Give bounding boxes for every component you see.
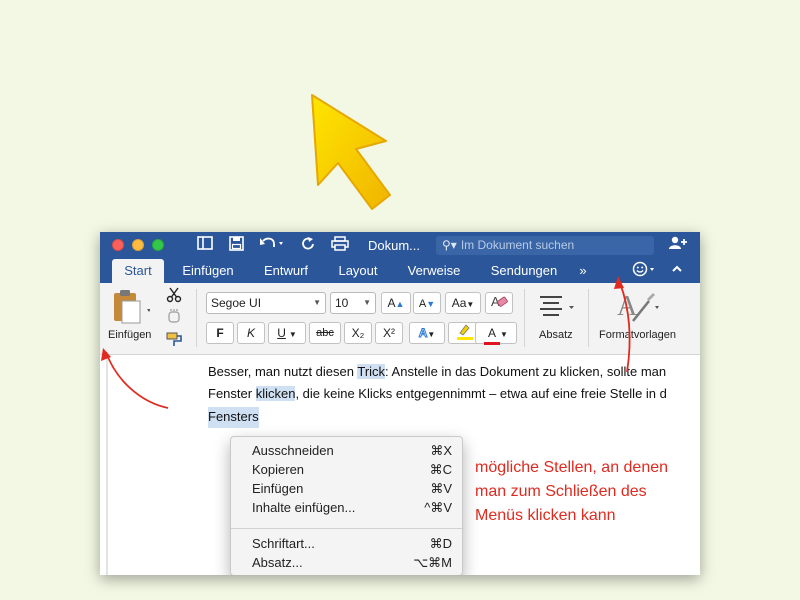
search-placeholder: Im Dokument suchen bbox=[460, 238, 575, 252]
eraser-icon: A bbox=[491, 294, 508, 309]
zoom-window-button[interactable] bbox=[152, 239, 164, 251]
format-painter-icon[interactable] bbox=[166, 331, 184, 352]
menu-item-shortcut: ⌥⌘M bbox=[413, 555, 452, 570]
underline-button[interactable]: U ▼ bbox=[268, 322, 306, 344]
tab-verweise[interactable]: Verweise bbox=[400, 259, 468, 283]
menu-item-shortcut: ⌘D bbox=[429, 536, 452, 551]
pointer-cursor-icon bbox=[311, 94, 391, 210]
highlighted-word: Trick bbox=[357, 364, 386, 379]
paragraph-button[interactable] bbox=[536, 293, 580, 323]
menu-item-shortcut: ⌘V bbox=[430, 481, 452, 496]
strikethrough-button[interactable]: abc bbox=[309, 322, 341, 344]
add-user-icon[interactable] bbox=[666, 236, 690, 255]
paste-label: Einfügen bbox=[108, 329, 152, 341]
annotation-line: man zum Schließen des bbox=[475, 483, 647, 500]
clipboard-icon bbox=[114, 290, 151, 324]
annotation-line: mögliche Stellen, an denen bbox=[475, 459, 669, 476]
vertical-ruler bbox=[106, 356, 108, 575]
annotation-line: Menüs klicken kann bbox=[475, 507, 616, 524]
ribbon-separator bbox=[196, 289, 197, 347]
styles-button[interactable]: A bbox=[613, 287, 663, 327]
text-effects-button[interactable]: A▼ bbox=[409, 322, 445, 344]
tab-start[interactable]: Start bbox=[112, 259, 164, 283]
title-bar: Dokum... ⚲▾ Im Dokument suchen bbox=[100, 232, 700, 259]
search-input[interactable]: ⚲▾ Im Dokument suchen bbox=[436, 236, 654, 255]
paste-button[interactable] bbox=[110, 287, 160, 331]
chevron-down-icon: ▼ bbox=[288, 330, 297, 339]
change-case-button[interactable]: Aa▼ bbox=[445, 292, 481, 314]
chevron-down-icon: ▼ bbox=[313, 298, 321, 307]
font-size-select[interactable]: 10 ▼ bbox=[330, 292, 376, 314]
highlighted-word: klicken bbox=[255, 386, 296, 401]
text-run: : Anstelle in das Dokument zu klicken, s… bbox=[385, 364, 667, 379]
cut-icon[interactable] bbox=[166, 287, 182, 308]
sidebar-icon[interactable] bbox=[194, 236, 216, 255]
styles-label: Formatvorlagen bbox=[599, 329, 677, 341]
more-tabs-button[interactable]: » bbox=[572, 259, 594, 283]
menu-item-cut[interactable]: Ausschneiden ⌘X bbox=[231, 441, 464, 460]
superscript-button[interactable]: X² bbox=[375, 322, 403, 344]
document-line-2: Fenster klicken, die keine Klicks entgeg… bbox=[208, 386, 667, 401]
menu-item-shortcut: ⌘X bbox=[430, 443, 452, 458]
ribbon-start: Einfügen Segoe UI ▼ 10 ▼ A▲ A▼ Aa▼ A F K U… bbox=[100, 283, 700, 355]
menu-item-paste[interactable]: Einfügen ⌘V bbox=[231, 479, 464, 498]
text-run: Besser, man nutzt diesen bbox=[208, 364, 358, 379]
font-color-button[interactable]: A ▼ bbox=[475, 322, 517, 345]
bold-button[interactable]: F bbox=[206, 322, 234, 344]
copy-icon[interactable] bbox=[166, 308, 182, 329]
context-menu: Ausschneiden ⌘X Kopieren ⌘C Einfügen ⌘V Inh… bbox=[230, 436, 464, 575]
styles-icon: A bbox=[617, 291, 659, 322]
paragraph-align-icon bbox=[540, 296, 574, 316]
save-icon[interactable] bbox=[225, 236, 247, 255]
menu-item-label: Schriftart... bbox=[252, 536, 315, 551]
chevron-down-icon: ▼ bbox=[363, 298, 371, 307]
tab-entwurf[interactable]: Entwurf bbox=[255, 259, 317, 283]
menu-item-shortcut: ⌘C bbox=[429, 462, 452, 477]
undo-icon[interactable] bbox=[255, 236, 287, 255]
italic-button[interactable]: K bbox=[237, 322, 265, 344]
shrink-font-button[interactable]: A▼ bbox=[413, 292, 441, 314]
font-color-swatch bbox=[484, 342, 501, 345]
menu-item-label: Kopieren bbox=[252, 462, 305, 477]
menu-item-font[interactable]: Schriftart... ⌘D bbox=[231, 534, 464, 553]
text-run: Fenster bbox=[208, 386, 256, 401]
document-line-1: Besser, man nutzt diesen Trick: Anstelle… bbox=[208, 364, 666, 379]
font-name-value: Segoe UI bbox=[211, 296, 262, 310]
menu-item-label: Inhalte einfügen... bbox=[252, 500, 356, 515]
close-window-button[interactable] bbox=[112, 239, 124, 251]
smiley-feedback-icon[interactable] bbox=[630, 261, 660, 280]
underline-label: U bbox=[277, 326, 286, 340]
menu-item-label: Einfügen bbox=[252, 481, 304, 496]
ribbon-separator bbox=[588, 289, 589, 347]
font-size-value: 10 bbox=[335, 296, 349, 310]
search-icon: ⚲▾ bbox=[442, 238, 457, 252]
font-name-select[interactable]: Segoe UI ▼ bbox=[206, 292, 326, 314]
minimize-window-button[interactable] bbox=[132, 239, 144, 251]
grow-font-button[interactable]: A▲ bbox=[381, 292, 411, 314]
ribbon-separator bbox=[524, 289, 525, 347]
tab-sendungen[interactable]: Sendungen bbox=[483, 259, 565, 283]
menu-item-label: Ausschneiden bbox=[252, 443, 334, 458]
menu-item-shortcut: ^⌘V bbox=[424, 500, 452, 515]
clear-formatting-button[interactable]: A bbox=[485, 292, 513, 314]
tab-einfuegen[interactable]: Einfügen bbox=[174, 259, 242, 283]
menu-item-label: Absatz... bbox=[252, 555, 303, 570]
menu-separator bbox=[231, 528, 464, 529]
annotation-text: mögliche Stellen, an denen man zum Schli… bbox=[475, 456, 700, 528]
menu-item-copy[interactable]: Kopieren ⌘C bbox=[231, 460, 464, 479]
print-icon[interactable] bbox=[328, 236, 352, 255]
paragraph-label: Absatz bbox=[539, 329, 573, 341]
highlighter-icon bbox=[457, 324, 474, 340]
document-line-3: Fensters bbox=[208, 407, 259, 428]
ribbon-tab-bar: Start Einfügen Entwurf Layout Verweise S… bbox=[100, 259, 700, 283]
subscript-button[interactable]: X₂ bbox=[344, 322, 372, 344]
redo-icon[interactable] bbox=[297, 236, 319, 255]
menu-item-paste-special[interactable]: Inhalte einfügen... ^⌘V bbox=[231, 498, 464, 517]
text-run: , die keine Klicks entgegennimmt – etwa … bbox=[295, 386, 667, 401]
collapse-ribbon-icon[interactable] bbox=[668, 261, 686, 280]
tab-layout[interactable]: Layout bbox=[330, 259, 386, 283]
document-title: Dokum... bbox=[368, 238, 421, 253]
menu-item-paragraph[interactable]: Absatz... ⌥⌘M bbox=[231, 553, 464, 572]
